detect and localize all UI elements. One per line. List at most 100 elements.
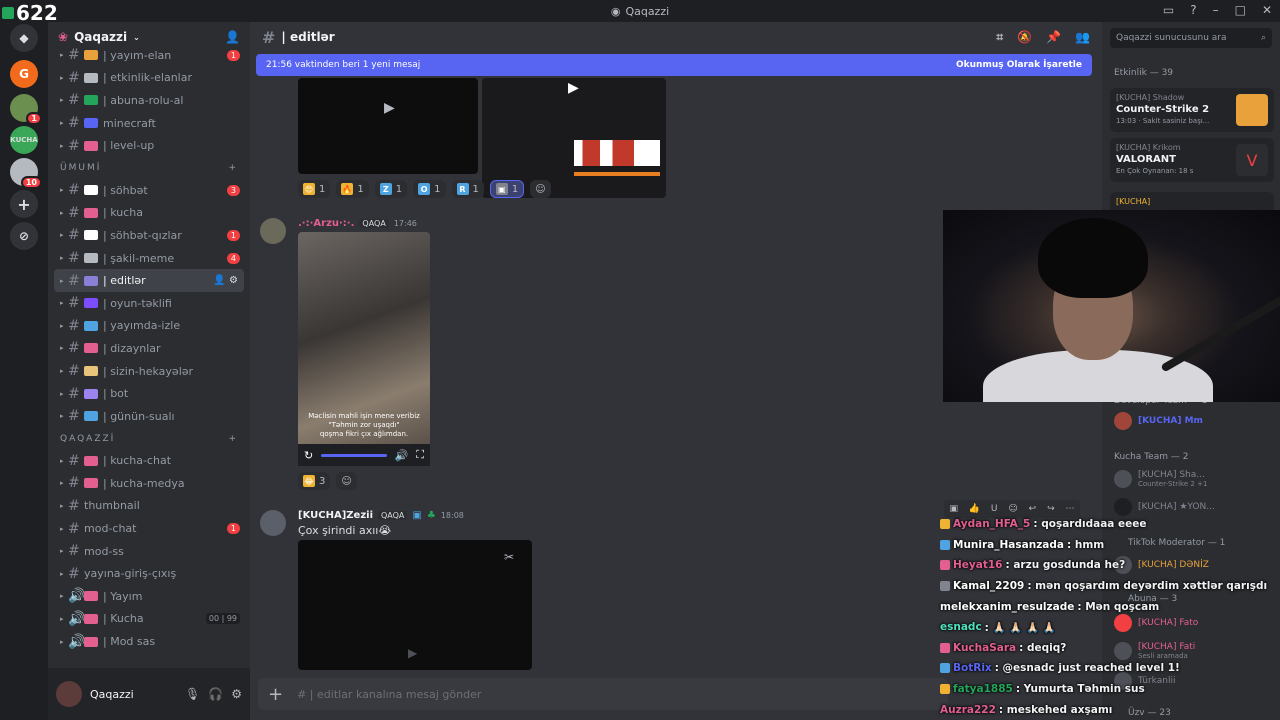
expand-icon: ▸: [60, 231, 64, 240]
avatar[interactable]: [260, 510, 286, 536]
inbox-icon[interactable]: ▭: [1163, 3, 1174, 17]
replay-icon[interactable]: ↻: [304, 449, 313, 462]
thumbs-up-icon[interactable]: 👍: [969, 504, 980, 514]
category-qaqazzi[interactable]: QAQAZZİ +: [48, 428, 250, 450]
server-logo-icon: ❀: [58, 30, 69, 44]
reaction-chip[interactable]: 🔥 1: [336, 180, 369, 198]
reaction-chip[interactable]: 😍 1: [298, 180, 331, 198]
hash-icon: #: [68, 272, 80, 289]
search-icon: ⌕: [1260, 33, 1266, 43]
video-attachment-3[interactable]: ✂ ▶: [298, 540, 532, 670]
reply-icon[interactable]: ↩: [1029, 504, 1037, 514]
minimize-button[interactable]: –: [1213, 3, 1219, 17]
add-reaction-icon[interactable]: ☺: [530, 180, 551, 198]
channel-item[interactable]: ▸ # | yayımda-izle: [48, 315, 250, 338]
add-attachment-button[interactable]: +: [268, 684, 283, 705]
member-item[interactable]: [KUCHA] Mm: [1114, 412, 1203, 430]
mark-as-read-button[interactable]: Okunmuş Olarak İşaretle: [956, 60, 1082, 70]
headphones-icon[interactable]: 🎧: [208, 687, 223, 701]
forward-icon[interactable]: ↪: [1047, 504, 1055, 514]
channel-item[interactable]: ▸ # | etkinlik-elanlar: [48, 67, 250, 90]
channel-item[interactable]: ▸ # | kucha-chat: [48, 450, 250, 473]
channel-settings-icon[interactable]: 👤 ⚙: [213, 275, 238, 286]
emoji-icon[interactable]: ☺: [1008, 504, 1017, 514]
reaction-chip[interactable]: ▣ 1: [489, 180, 525, 198]
message-author[interactable]: [KUCHA]Zezii: [298, 510, 373, 521]
member-item[interactable]: [KUCHA] Sha... Counter-Strike 2 +1: [1114, 470, 1207, 488]
channel-item[interactable]: ▸ # | söhbət-qızlar 1: [48, 224, 250, 247]
more-icon[interactable]: ⋯: [1066, 504, 1075, 514]
server-icon-kucha[interactable]: KUCHA: [10, 126, 38, 154]
progress-bar[interactable]: [321, 453, 387, 457]
channel-item[interactable]: ▸ # yayına-giriş-çıxış: [48, 562, 250, 585]
reaction-icon[interactable]: ▣: [949, 504, 958, 514]
new-messages-text: 21:56 vaktinden beri 1 yeni mesaj: [266, 60, 421, 70]
channel-item[interactable]: ▸ # minecraft: [48, 112, 250, 135]
message-input[interactable]: # | editlar kanalına mesaj gönder: [297, 688, 481, 701]
search-input[interactable]: Qaqazzi sunucusunu ara ⌕: [1110, 28, 1272, 48]
fullscreen-icon[interactable]: ⛶: [416, 448, 424, 462]
expand-icon: ▸: [60, 456, 64, 465]
channel-item[interactable]: ▸ # | söhbət 3: [48, 179, 250, 202]
channel-item[interactable]: ▸ # | kucha: [48, 202, 250, 225]
avatar[interactable]: [56, 681, 82, 707]
channel-item[interactable]: ▸ # | editlər 👤 ⚙: [54, 269, 244, 292]
play-icon[interactable]: ▶: [408, 646, 417, 660]
home-discord-icon[interactable]: ◆: [10, 24, 38, 52]
reaction-chip[interactable]: Z1: [374, 180, 408, 198]
channel-item[interactable]: ▸ 🔊 | Yayım: [48, 585, 250, 608]
gear-icon[interactable]: ⚙: [231, 687, 242, 701]
message-composer[interactable]: + # | editlar kanalına mesaj gönder: [258, 678, 948, 710]
editor-timeline: [574, 140, 660, 166]
channel-item[interactable]: ▸ 🔊 | Kucha 00 | 99: [48, 608, 250, 631]
channel-item[interactable]: ▸ 🔊 | Mod sas: [48, 630, 250, 653]
channel-item[interactable]: ▸ # thumbnail: [48, 495, 250, 518]
explore-icon[interactable]: ⊘: [10, 222, 38, 250]
reaction-chip[interactable]: 😂 3: [298, 472, 331, 490]
channel-item[interactable]: ▸ # | yayım-elan 1: [48, 44, 250, 67]
channel-item[interactable]: ▸ # | bot: [48, 382, 250, 405]
category-umumi[interactable]: ÜMUMİ +: [48, 157, 250, 179]
threads-icon[interactable]: ⌗: [996, 30, 1003, 45]
channel-item[interactable]: ▸ # | abuna-rolu-al: [48, 89, 250, 112]
new-messages-bar[interactable]: 21:56 vaktinden beri 1 yeni mesaj Okunmu…: [256, 54, 1092, 76]
add-reaction-icon[interactable]: ☺: [336, 472, 357, 490]
avatar[interactable]: [260, 218, 286, 244]
server-icon-1[interactable]: 1: [10, 94, 42, 125]
channel-item[interactable]: ▸ # | sizin-hekayələr: [48, 360, 250, 383]
reaction-count: 1: [357, 183, 364, 195]
reaction-emoji-icon: Z: [379, 183, 392, 195]
help-icon[interactable]: ?: [1190, 3, 1196, 17]
server-icon-g[interactable]: G: [10, 60, 38, 88]
channel-header: # | editlər ⌗ 🔕 📌 👥: [250, 22, 1102, 52]
activity-card[interactable]: [KUCHA] Shadow Counter-Strike 2 13:03 · …: [1110, 88, 1274, 132]
play-icon[interactable]: ▶: [568, 80, 579, 96]
reaction-chip[interactable]: O1: [413, 180, 446, 198]
reaction-chip[interactable]: R1: [451, 180, 484, 198]
members-icon[interactable]: 👥: [1075, 30, 1090, 45]
video-player[interactable]: Məclisin mahli işin mene veribiz "Təhmin…: [298, 232, 430, 466]
chat-line: esnadc: 🙏🏻 🙏🏻 🙏🏻 🙏🏻: [940, 617, 1280, 638]
add-member-icon[interactable]: 👤: [225, 30, 240, 44]
activity-card[interactable]: [KUCHA] Krikom VALORANT En Çok Oynanan: …: [1110, 138, 1274, 182]
channel-item[interactable]: ▸ # mod-chat 1: [48, 517, 250, 540]
maximize-button[interactable]: □: [1235, 3, 1246, 17]
microphone-icon[interactable]: 🎙: [185, 687, 200, 701]
channel-item[interactable]: ▸ # mod-ss: [48, 540, 250, 563]
u-icon[interactable]: U: [991, 504, 998, 514]
channel-item[interactable]: ▸ # | kucha-medya: [48, 472, 250, 495]
server-icon-10[interactable]: 10: [10, 158, 42, 189]
volume-icon[interactable]: 🔊: [395, 449, 409, 462]
channel-item[interactable]: ▸ # | günün-sualı: [48, 405, 250, 428]
video-attachment[interactable]: ▶: [298, 78, 478, 174]
channel-item[interactable]: ▸ # | şakil-meme 4: [48, 247, 250, 270]
pin-icon[interactable]: 📌: [1046, 30, 1061, 45]
add-server-icon[interactable]: +: [10, 190, 38, 218]
message-author[interactable]: .·:·Arzu·:·.: [298, 218, 354, 229]
channel-item[interactable]: ▸ # | oyun-təklifi: [48, 292, 250, 315]
mute-icon[interactable]: 🔕: [1017, 30, 1032, 45]
play-icon[interactable]: ▶: [384, 100, 395, 116]
channel-item[interactable]: ▸ # | level-up: [48, 134, 250, 157]
close-button[interactable]: ✕: [1262, 3, 1272, 17]
channel-item[interactable]: ▸ # | dizaynlar: [48, 337, 250, 360]
